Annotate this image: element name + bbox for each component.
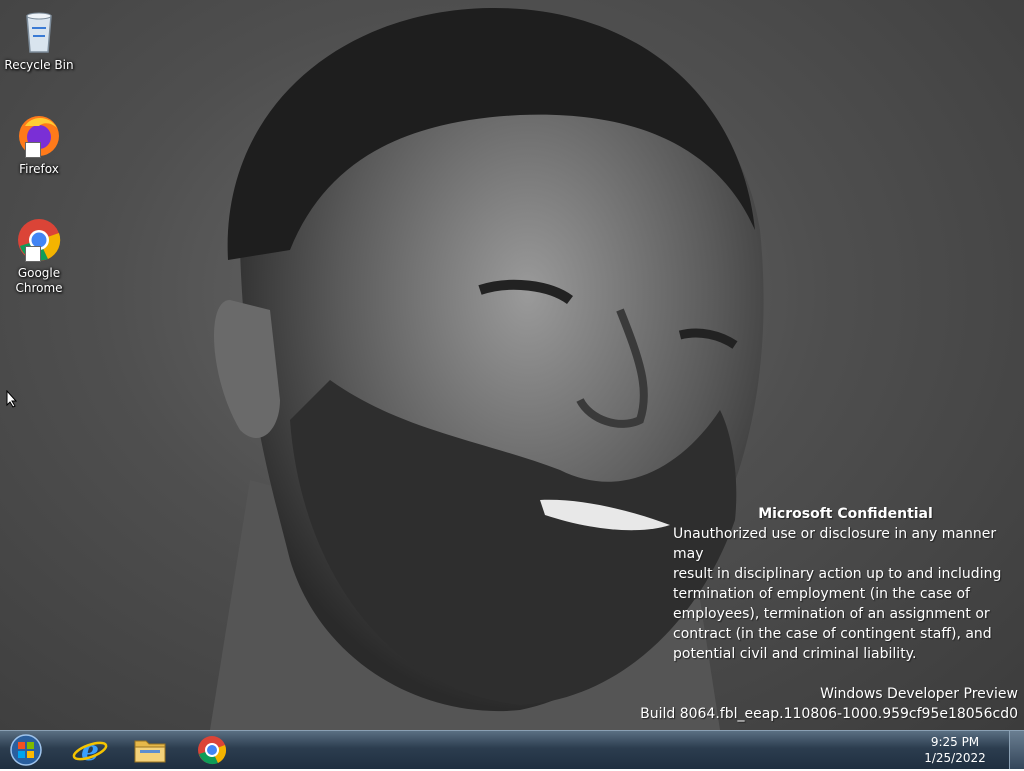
- chrome-icon: [15, 216, 63, 264]
- chrome-icon: [198, 736, 227, 765]
- system-clock[interactable]: 9:25 PM 1/25/2022: [910, 734, 1000, 766]
- show-desktop-button[interactable]: [1009, 731, 1024, 769]
- desktop-icon-label: Google Chrome: [15, 266, 63, 295]
- windows-start-icon: [10, 734, 42, 766]
- desktop-icon-google-chrome[interactable]: Google Chrome: [4, 216, 74, 296]
- confidential-title: Microsoft Confidential: [758, 506, 933, 522]
- taskbar-chrome[interactable]: [190, 733, 234, 767]
- build-watermark: Windows Developer Preview Build 8064.fbl…: [640, 684, 1018, 724]
- confidential-line: potential civil and criminal liability.: [673, 646, 917, 662]
- taskbar-internet-explorer[interactable]: e: [68, 733, 112, 767]
- confidential-line: result in disciplinary action up to and …: [673, 566, 1002, 582]
- desktop-icon-recycle-bin[interactable]: Recycle Bin: [4, 8, 74, 73]
- clock-time: 9:25 PM: [930, 735, 980, 749]
- shortcut-arrow-icon: [25, 246, 41, 262]
- desktop-icon-firefox[interactable]: Firefox: [4, 112, 74, 177]
- build-string: Build 8064.fbl_eeap.110806-1000.959cf95e…: [640, 706, 1018, 722]
- taskbar[interactable]: e 9:25 PM 1/25/2022: [0, 730, 1024, 769]
- confidential-line: contract (in the case of contingent staf…: [673, 626, 992, 642]
- confidential-line: termination of employment (in the case o…: [673, 586, 970, 602]
- firefox-icon: [15, 112, 63, 160]
- taskbar-file-explorer[interactable]: [128, 733, 172, 767]
- clock-date: 1/25/2022: [924, 751, 986, 765]
- start-button[interactable]: [4, 733, 48, 767]
- confidential-line: Unauthorized use or disclosure in any ma…: [673, 526, 997, 562]
- desktop-icon-label: Recycle Bin: [4, 58, 74, 72]
- desktop[interactable]: Recycle Bin Firefox Google Chrome Micros…: [0, 0, 1024, 730]
- shortcut-arrow-icon: [25, 142, 41, 158]
- desktop-icon-label: Firefox: [19, 162, 59, 176]
- confidential-line: employees), termination of an assignment…: [673, 606, 990, 622]
- product-name: Windows Developer Preview: [820, 686, 1018, 702]
- file-explorer-icon: [134, 740, 166, 763]
- confidential-notice: Microsoft Confidential Unauthorized use …: [673, 504, 1018, 664]
- mouse-cursor-icon: [6, 390, 18, 408]
- recycle-bin-icon: [15, 8, 63, 56]
- svg-text:e: e: [81, 734, 99, 767]
- internet-explorer-icon: e: [72, 734, 108, 767]
